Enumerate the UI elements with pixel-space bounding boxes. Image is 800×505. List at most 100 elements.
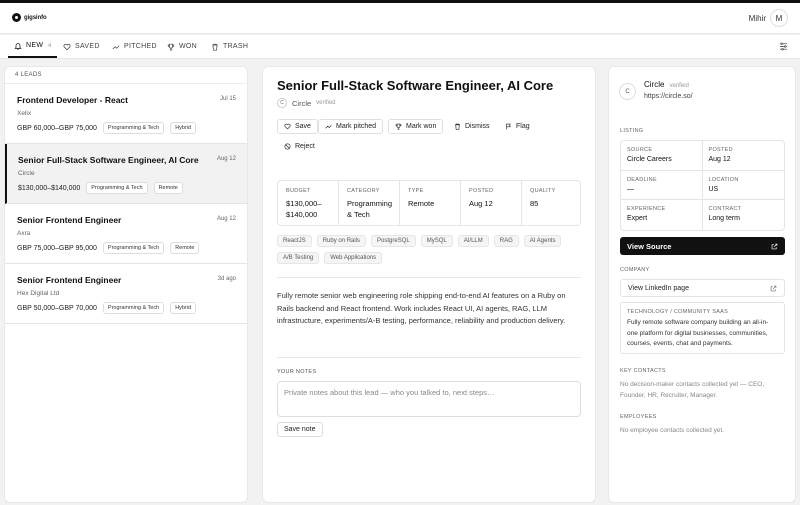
lead-tag: Programming & Tech (102, 122, 165, 134)
stat-value: Programming & Tech (347, 199, 393, 219)
flag-label: Flag (516, 123, 530, 130)
lead-item[interactable]: Senior Frontend Engineer Aug 12 Axra GBP… (5, 204, 247, 264)
tab-saved[interactable]: SAVED (63, 35, 100, 58)
lead-item[interactable]: Senior Frontend Engineer 3d ago Hex Digi… (5, 264, 247, 324)
company-section-label: COMPANY (620, 267, 650, 273)
stat-category: CATEGORY Programming & Tech (339, 181, 400, 225)
linkedin-label: View LinkedIn page (628, 284, 689, 292)
leads-count: 4 LEADS (5, 67, 247, 84)
lead-title: Senior Full-Stack Software Engineer, AI … (18, 155, 199, 165)
tab-new-label: NEW (26, 42, 44, 49)
save-note-button[interactable]: Save note (277, 422, 323, 437)
trophy-icon (395, 123, 402, 130)
tab-new[interactable]: NEW 4 (8, 35, 58, 58)
stat-value: 85 (530, 199, 539, 208)
lead-tag: Programming & Tech (86, 182, 148, 194)
tab-saved-label: SAVED (75, 43, 100, 50)
lead-salary: GBP 60,000–GBP 75,000 (17, 124, 97, 132)
lead-item[interactable]: Frontend Developer - React Jul 15 Xelix … (5, 84, 247, 144)
verified-badge: verified (669, 83, 689, 89)
skill-tags: ReactJS Ruby on Rails PostgreSQL MySQL A… (277, 235, 587, 264)
skill-tag[interactable]: RAG (493, 235, 519, 247)
ban-icon (284, 143, 291, 150)
mark-won-label: Mark won (406, 123, 437, 130)
user-name[interactable]: Mihir (749, 14, 766, 23)
dismiss-button[interactable]: Dismiss (447, 119, 497, 134)
save-button[interactable]: Save (277, 119, 318, 134)
skill-tag[interactable]: PostgreSQL (371, 235, 416, 247)
view-source-label: View Source (627, 241, 672, 251)
job-description: Fully remote senior web engineering role… (277, 291, 566, 325)
stat-value: Remote (408, 199, 435, 208)
logo-text: gigsinfo (24, 14, 47, 21)
technology-box: TECHNOLOGY / COMMUNITY SAAS Fully remote… (620, 302, 785, 354)
trash-icon (455, 123, 460, 130)
tab-trash[interactable]: TRASH (211, 35, 248, 58)
linkedin-link[interactable]: View LinkedIn page (620, 279, 785, 297)
skill-tag[interactable]: AI Agents (523, 235, 562, 247)
stat-label: TYPE (408, 188, 424, 194)
flag-icon (506, 123, 511, 130)
lead-title: Senior Frontend Engineer (17, 215, 122, 225)
stat-label: QUALITY (530, 188, 556, 194)
lead-tag: Hybrid (170, 302, 197, 314)
reject-label: Reject (295, 143, 315, 150)
listing-location: LOCATION US (702, 171, 784, 201)
company-name[interactable]: Circle (292, 99, 311, 108)
company-name: Circle (644, 80, 665, 89)
lead-tag: Remote (170, 242, 200, 254)
stats-card: BUDGET $130,000– $140,000 CATEGORY Progra… (277, 180, 581, 226)
flag-button[interactable]: Flag (498, 119, 537, 134)
skill-tag[interactable]: MySQL (420, 235, 453, 247)
tab-pitched[interactable]: PITCHED (112, 35, 157, 58)
divider (277, 277, 581, 278)
status-tabs: NEW 4 SAVED PITCHED WON TRASH (0, 35, 800, 59)
lead-tag: Hybrid (170, 122, 197, 134)
external-link-icon (770, 285, 777, 291)
stat-value: $130,000– $140,000 (286, 199, 322, 219)
avatar[interactable]: M (770, 9, 788, 27)
stat-label: POSTED (469, 188, 494, 194)
mark-pitched-button[interactable]: Mark pitched (318, 119, 384, 134)
tab-trash-label: TRASH (223, 43, 249, 50)
notes-label: YOUR NOTES (277, 369, 317, 375)
lead-company: Axra (17, 230, 31, 237)
trophy-icon (167, 43, 175, 50)
company-logo: C (619, 83, 636, 100)
mark-won-button[interactable]: Mark won (388, 119, 444, 134)
tab-pitched-label: PITCHED (124, 43, 157, 50)
stat-posted: POSTED Aug 12 (461, 181, 522, 225)
external-link-icon (771, 243, 778, 249)
employees-text: No employee contacts collected yet. (620, 427, 725, 434)
listing-label: LISTING (620, 128, 644, 134)
lead-company: Circle (18, 170, 35, 177)
stat-budget: BUDGET $130,000– $140,000 (278, 181, 339, 225)
verified-badge: verified (316, 100, 336, 106)
lead-tag: Programming & Tech (102, 242, 165, 254)
stat-label: CATEGORY (347, 188, 380, 194)
stat-quality: QUALITY 85 (522, 181, 580, 225)
view-source-button[interactable]: View Source (620, 237, 785, 255)
reject-button[interactable]: Reject (277, 139, 322, 154)
lead-item-selected[interactable]: Senior Full-Stack Software Engineer, AI … (5, 144, 247, 204)
app-logo[interactable]: gigsinfo (12, 13, 47, 22)
trend-icon (112, 45, 120, 49)
filter-icon[interactable] (779, 42, 788, 51)
key-contacts-text: No decision-maker contacts collected yet… (620, 381, 765, 399)
company-url[interactable]: https://circle.so/ (644, 93, 693, 100)
trash-icon (212, 43, 218, 51)
skill-tag[interactable]: Ruby on Rails (316, 235, 367, 247)
skill-tag[interactable]: ReactJS (277, 235, 312, 247)
skill-tag[interactable]: Web Applications (324, 252, 383, 264)
company-logo: C (277, 98, 287, 108)
tab-won[interactable]: WON (167, 35, 197, 58)
lead-tag: Remote (153, 182, 183, 194)
save-label: Save (295, 123, 311, 130)
notes-textarea[interactable] (277, 381, 581, 417)
stat-label: BUDGET (286, 188, 311, 194)
lead-salary: GBP 50,000–GBP 70,000 (17, 304, 97, 312)
lead-detail-panel: Senior Full-Stack Software Engineer, AI … (262, 66, 596, 503)
skill-tag[interactable]: A/B Testing (277, 252, 320, 264)
employees-label: EMPLOYEES (620, 414, 657, 420)
skill-tag[interactable]: AI/LLM (457, 235, 489, 247)
